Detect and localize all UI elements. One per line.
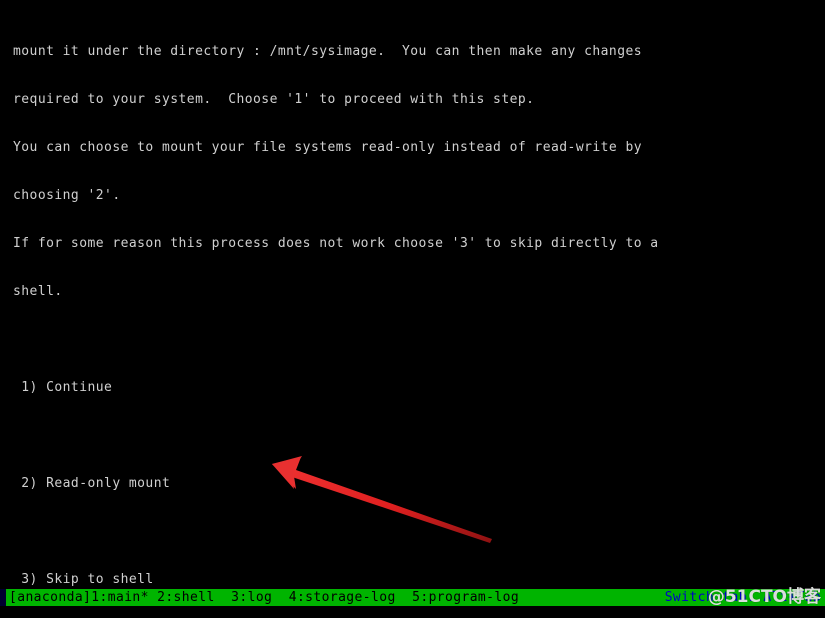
console-output: mount it under the directory : /mnt/sysi… — [13, 12, 813, 618]
screen-bottom-filler — [0, 606, 825, 618]
console-line: If for some reason this process does not… — [13, 236, 659, 251]
status-bar-app-label: [anaconda] — [9, 590, 92, 605]
status-bar-tabs[interactable]: 1:main* 2:shell 3:log 4:storage-log 5:pr… — [91, 589, 519, 606]
console-line: mount it under the directory : /mnt/sysi… — [13, 44, 643, 59]
menu-option-continue[interactable]: 1) Continue — [13, 380, 813, 396]
console-line: required to your system. Choose '1' to p… — [13, 92, 535, 107]
watermark-text: @51CTO博客 — [707, 587, 821, 607]
terminal-screen: mount it under the directory : /mnt/sysi… — [0, 0, 825, 618]
menu-option-skip-to-shell[interactable]: 3) Skip to shell — [13, 572, 813, 588]
menu-option-read-only-mount[interactable]: 2) Read-only mount — [13, 476, 813, 492]
console-line: You can choose to mount your file system… — [13, 140, 643, 155]
console-line: shell. — [13, 284, 63, 299]
status-bar: [anaconda] 1:main* 2:shell 3:log 4:stora… — [0, 589, 825, 606]
console-line: choosing '2'. — [13, 188, 121, 203]
